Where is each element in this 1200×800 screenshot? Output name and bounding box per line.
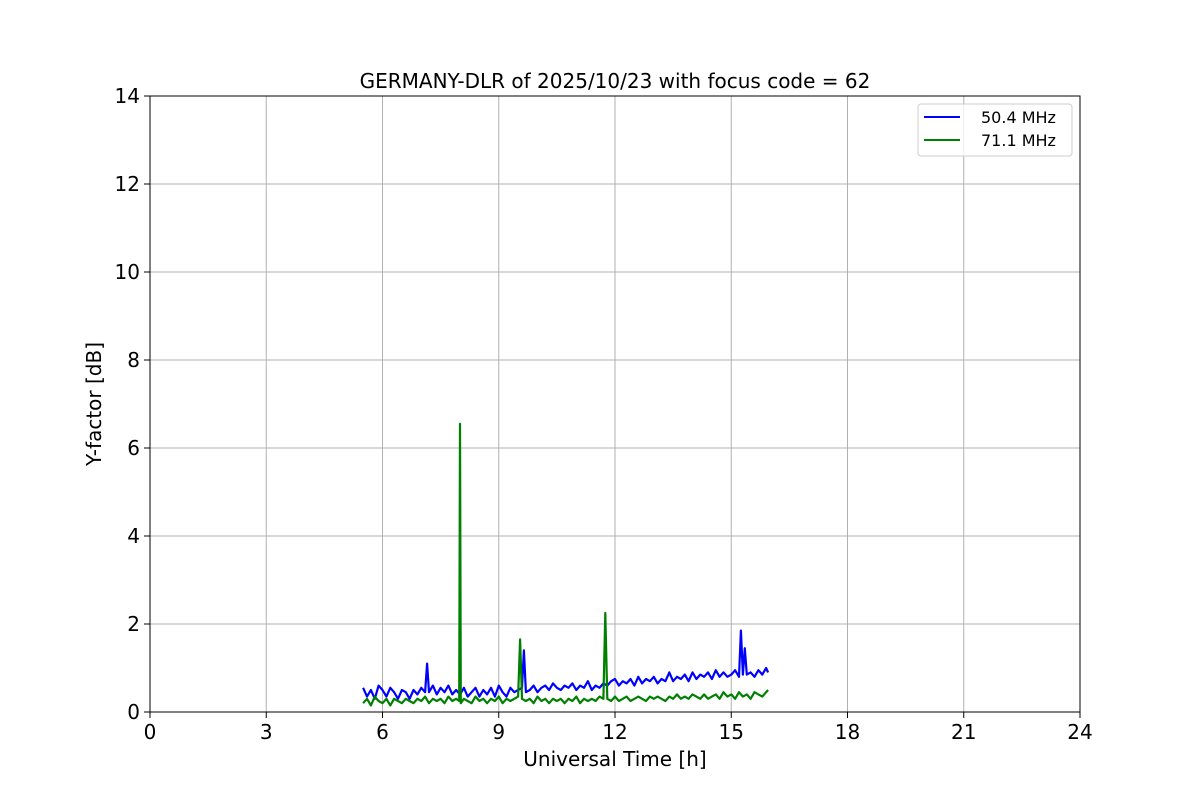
x-tick-label: 6 (376, 720, 389, 744)
x-tick-label: 18 (835, 720, 860, 744)
legend: 50.4 MHz 71.1 MHz (917, 103, 1073, 157)
legend-label-71-1: 71.1 MHz (981, 131, 1056, 150)
y-tick-label: 4 (127, 524, 140, 548)
y-tick-label: 10 (115, 260, 140, 284)
x-axis-label: Universal Time [h] (523, 747, 706, 771)
x-tick-label: 9 (492, 720, 505, 744)
x-tick-label: 24 (1067, 720, 1092, 744)
x-tick-label: 3 (260, 720, 273, 744)
y-tick-label: 2 (127, 612, 140, 636)
y-tick-label: 8 (127, 348, 140, 372)
x-tick-label: 12 (602, 720, 627, 744)
y-axis-label: Y-factor [dB] (82, 342, 106, 467)
legend-label-50-4: 50.4 MHz (981, 108, 1056, 127)
x-tick-label: 21 (951, 720, 976, 744)
y-tick-label: 6 (127, 436, 140, 460)
y-tick-label: 0 (127, 700, 140, 724)
chart: 0 3 6 9 12 15 18 21 2402468101214 GERMANY-DLR of… (0, 0, 1200, 800)
y-tick-label: 14 (115, 84, 140, 108)
chart-title: GERMANY-DLR of 2025/10/23 with focus cod… (360, 69, 871, 93)
y-tick-label: 12 (115, 172, 140, 196)
x-tick-label: 15 (719, 720, 744, 744)
x-tick-label: 0 (144, 720, 157, 744)
